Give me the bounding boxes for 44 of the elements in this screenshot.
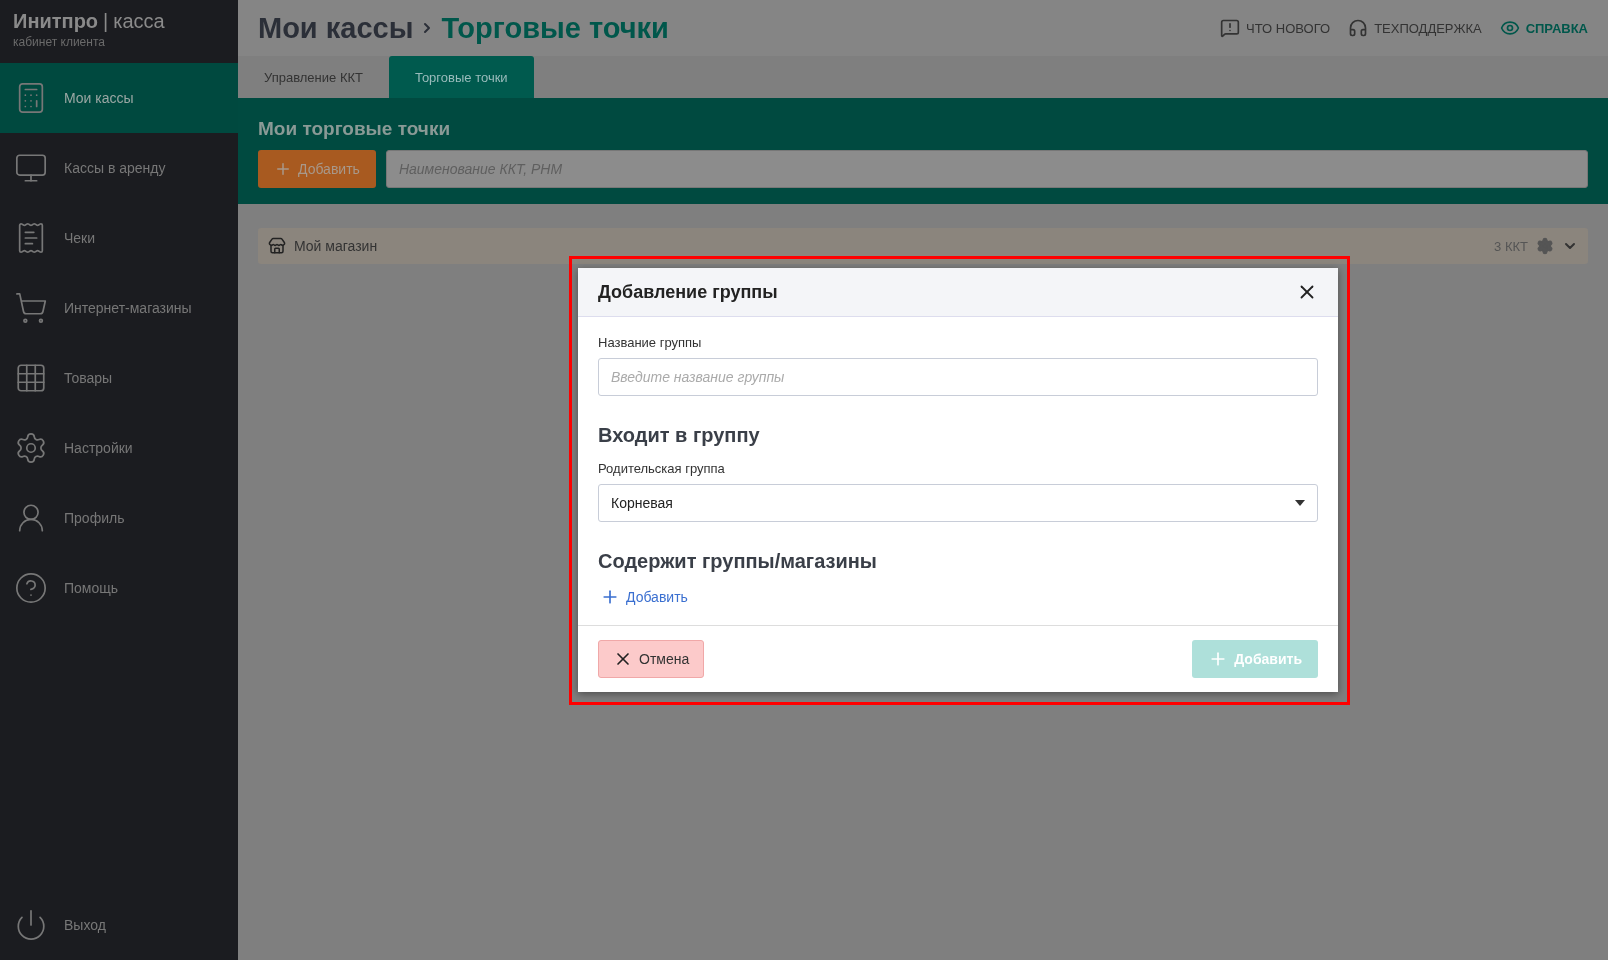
sidebar-item[interactable]: Интернет-магазины [0,273,238,343]
brand-separator: | [103,10,109,33]
section-title: Мои торговые точки [258,118,452,140]
add-link[interactable]: Добавить [598,587,688,607]
sidebar-item[interactable]: Мои кассы [0,63,238,133]
message-icon [1220,18,1241,38]
breadcrumb-current: Торговые точки [441,11,669,45]
input-field[interactable]: Введите название группы [598,358,1318,396]
sidebar-item[interactable]: Кассы в аренду [0,133,238,203]
field-label: Название группы [598,335,703,350]
store-icon [268,237,286,255]
brand-subtitle: кабинет клиента [13,35,106,49]
grid-icon [14,361,48,395]
cancel-button[interactable]: Отмена [598,640,705,678]
sidebar-item[interactable]: Настройки [0,413,238,483]
sidebar-item[interactable]: Профиль [0,483,238,553]
store-name: Мой магазин [294,238,378,254]
header-link[interactable]: ЧТО НОВОГО [1220,18,1331,38]
headset-icon [1348,18,1369,38]
tab[interactable]: Управление ККТ [238,56,389,98]
settings-icon[interactable] [1536,237,1554,255]
dialog-title: Добавление группы [598,281,778,303]
select-field[interactable]: Корневая [598,484,1318,522]
sidebar-item[interactable]: Товары [0,343,238,413]
brand-product: касса [113,10,165,33]
power-icon [14,908,48,942]
logout-item[interactable]: Выход [0,890,238,960]
cart-icon [14,291,48,325]
settings-icon [14,431,48,465]
tab[interactable]: Торговые точки [388,56,534,98]
sidebar-item[interactable]: Помощь [0,553,238,623]
eye-icon [1499,18,1520,38]
section-heading: Содержит группы/магазины [598,550,878,573]
plus-icon [274,160,292,178]
header-link[interactable]: ТЕХПОДДЕРЖКА [1348,18,1482,38]
header-link[interactable]: СПРАВКА [1499,18,1588,38]
help-icon [14,571,48,605]
brand-name: Инитпро [13,10,99,33]
sidebar-item[interactable]: Чеки [0,203,238,273]
section-heading: Входит в группу [598,424,761,447]
caret-icon [1295,500,1305,506]
monitor-icon [14,151,48,185]
breadcrumb-parent[interactable]: Мои кассы [258,11,414,45]
field-label: Родительская группа [598,461,726,476]
